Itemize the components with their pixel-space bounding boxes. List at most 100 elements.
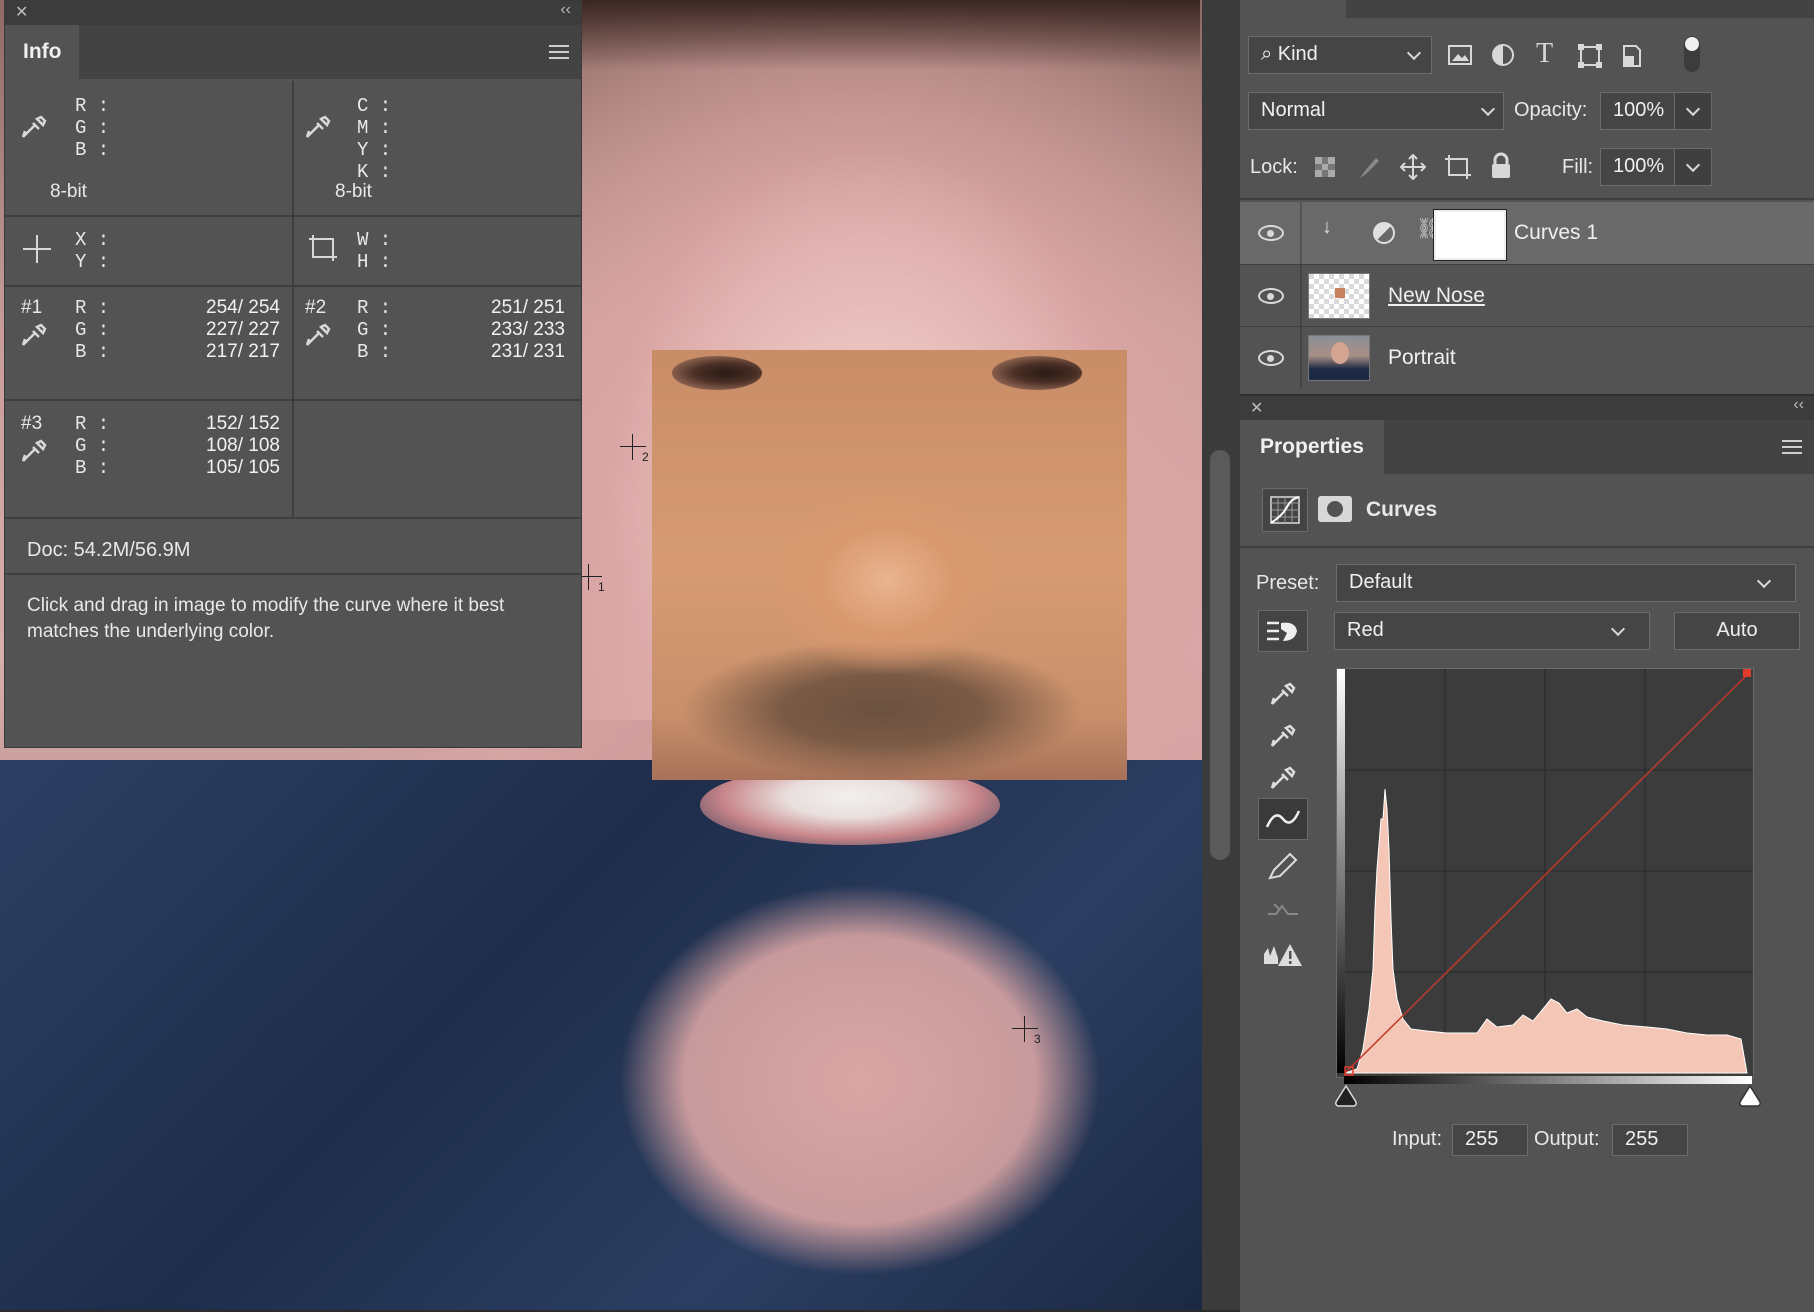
lock-all-icon[interactable] <box>1490 152 1512 180</box>
lock-image-icon[interactable] <box>1356 154 1382 180</box>
lock-position-icon[interactable] <box>1400 154 1426 180</box>
divider <box>1300 327 1302 389</box>
layer-name[interactable]: Curves 1 <box>1514 221 1598 245</box>
color-sampler-3[interactable]: 3 <box>1012 1016 1041 1046</box>
black-point-slider[interactable] <box>1334 1084 1358 1108</box>
output-value-field[interactable]: 255 <box>1612 1124 1688 1156</box>
curves-adjustment-icon[interactable] <box>1262 488 1308 532</box>
sampler-label: 1 <box>598 580 605 594</box>
sample-white-eyedropper-icon[interactable] <box>1260 756 1306 796</box>
fill-label: Fill: <box>1562 156 1594 178</box>
bit-depth-left: 8-bit <box>50 181 87 202</box>
white-point-slider[interactable] <box>1738 1084 1762 1108</box>
bit-depth-right: 8-bit <box>335 181 372 202</box>
chevron-down-icon <box>1610 621 1626 637</box>
opacity-dropdown[interactable] <box>1674 92 1712 130</box>
sample-black-eyedropper-icon[interactable] <box>1260 672 1306 712</box>
tab-info[interactable]: Info <box>5 25 80 79</box>
filter-type-icon[interactable]: T <box>1536 38 1553 70</box>
on-image-adjust-tool[interactable] <box>1258 610 1308 652</box>
wh-labels: W :H : <box>357 229 392 273</box>
layer-mask-thumbnail[interactable] <box>1433 209 1507 261</box>
sampler-3-id: #3 <box>21 413 43 434</box>
output-label: Output: <box>1534 1128 1600 1150</box>
color-sampler-2[interactable]: 2 <box>620 434 649 464</box>
curves-graph[interactable] <box>1336 668 1754 1078</box>
eyedropper-icon[interactable] <box>19 435 49 465</box>
preset-label: Preset: <box>1256 572 1320 594</box>
canvas-scrollbar-thumb[interactable] <box>1210 450 1230 860</box>
info-tab-row: Info <box>5 25 581 79</box>
sampler-label: 2 <box>642 450 649 464</box>
edit-points-curve-tool[interactable] <box>1258 798 1308 840</box>
sampler-2-values: 251/ 251 233/ 233 231/ 231 <box>491 297 565 362</box>
eyedropper-icon[interactable] <box>19 319 49 349</box>
xy-labels: X :Y : <box>75 229 110 273</box>
panel-menu-icon[interactable] <box>549 45 569 59</box>
collapse-icon[interactable]: ‹‹ <box>560 1 571 19</box>
curves-graph-svg[interactable] <box>1337 669 1753 1077</box>
divider <box>1300 265 1302 327</box>
smooth-curve-icon[interactable] <box>1260 890 1306 930</box>
divider <box>292 399 294 517</box>
adjustment-name: Curves <box>1366 498 1438 521</box>
mask-circle <box>1327 501 1343 517</box>
filter-adjustment-icon[interactable] <box>1490 42 1516 68</box>
blend-mode-select[interactable]: Normal <box>1248 92 1504 130</box>
input-value-field[interactable]: 255 <box>1452 1124 1528 1156</box>
layer-name[interactable]: New Nose <box>1388 284 1485 308</box>
chevron-down-icon <box>1685 101 1701 117</box>
divider <box>5 573 581 575</box>
rgb-labels: R :G :B : <box>75 95 110 161</box>
lock-label: Lock: <box>1250 156 1298 178</box>
curve-point-highlight[interactable] <box>1743 669 1751 677</box>
filter-smart-object-icon[interactable] <box>1618 42 1644 70</box>
visibility-eye-icon[interactable] <box>1258 288 1284 304</box>
layer-row-new-nose[interactable]: New Nose <box>1240 264 1814 327</box>
portrait-thumb-face <box>1331 342 1349 364</box>
collapse-icon[interactable]: ‹‹ <box>1793 396 1804 414</box>
close-icon[interactable]: ✕ <box>1250 398 1263 418</box>
filter-shape-icon[interactable] <box>1576 42 1604 70</box>
filter-pixel-icon[interactable] <box>1446 42 1474 68</box>
lock-artboard-icon[interactable] <box>1444 154 1472 180</box>
eyedropper-icon[interactable] <box>303 319 333 349</box>
eyedropper-icon[interactable] <box>303 111 333 141</box>
sampler-1-values: 254/ 254 227/ 227 217/ 217 <box>206 297 280 362</box>
divider <box>5 517 581 519</box>
visibility-eye-icon[interactable] <box>1258 225 1284 241</box>
close-icon[interactable]: ✕ <box>15 2 28 22</box>
preset-select[interactable]: Default <box>1336 564 1796 602</box>
divider <box>292 81 294 215</box>
sampler-2-labels: R :G :B : <box>357 297 392 363</box>
layer-row-portrait[interactable]: Portrait <box>1240 326 1814 389</box>
photo-eye-left <box>672 356 762 390</box>
new-nose-layer-content[interactable] <box>652 350 1127 780</box>
doc-size: Doc: 54.2M/56.9M <box>27 539 191 561</box>
tab-layers[interactable] <box>1240 0 1346 18</box>
auto-button[interactable]: Auto <box>1674 612 1800 650</box>
clipping-arrow-icon: ↓ <box>1322 216 1332 238</box>
lock-transparent-icon[interactable] <box>1314 156 1336 178</box>
photo-eye-right <box>992 356 1082 390</box>
nose-thumb-content <box>1335 288 1345 298</box>
layer-mask-icon[interactable] <box>1318 496 1352 522</box>
layer-thumbnail[interactable] <box>1308 273 1370 319</box>
pencil-draw-icon[interactable] <box>1260 846 1306 886</box>
divider <box>1240 198 1814 200</box>
divider <box>292 215 294 285</box>
layer-filter-kind[interactable]: ⌕ Kind <box>1248 36 1432 74</box>
clipping-warning-icon[interactable] <box>1260 936 1306 976</box>
properties-titlebar: ✕ ‹‹ <box>1240 396 1814 420</box>
eyedropper-icon[interactable] <box>19 111 49 141</box>
sample-gray-eyedropper-icon[interactable] <box>1260 714 1306 754</box>
panel-menu-icon[interactable] <box>1782 440 1802 454</box>
fill-dropdown[interactable] <box>1674 148 1712 186</box>
channel-select[interactable]: Red <box>1334 612 1650 650</box>
visibility-eye-icon[interactable] <box>1258 350 1284 366</box>
filter-toggle[interactable] <box>1684 36 1700 72</box>
layer-thumbnail[interactable] <box>1308 335 1370 381</box>
layer-name[interactable]: Portrait <box>1388 346 1456 370</box>
layer-row-curves[interactable]: ↓ ⛓ Curves 1 <box>1240 202 1814 264</box>
tab-properties[interactable]: Properties <box>1240 420 1384 474</box>
